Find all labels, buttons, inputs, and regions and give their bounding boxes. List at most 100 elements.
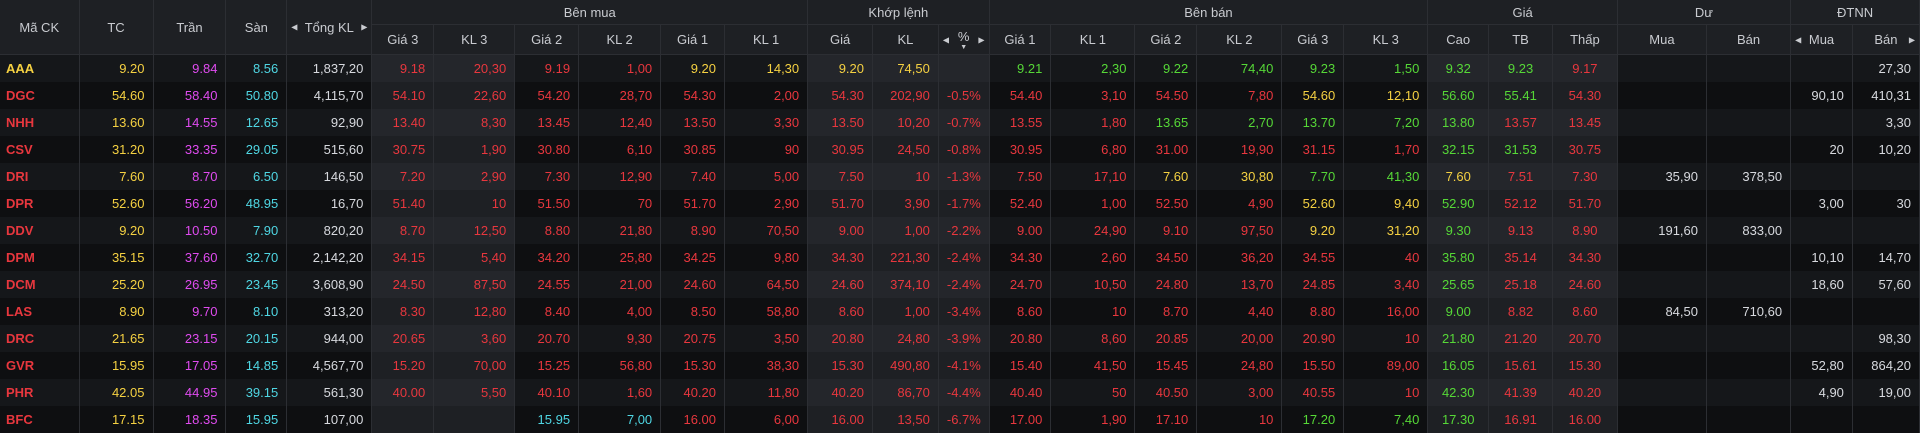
- symbol-cell[interactable]: DRI: [0, 162, 80, 190]
- symbol-cell[interactable]: DCM: [0, 270, 80, 298]
- sell-price-2-cell: 17.10: [1134, 405, 1198, 433]
- ref-price-cell: 35.15: [79, 243, 154, 271]
- sell-price-1-cell: 54.40: [989, 81, 1052, 109]
- high-price-cell: 52.90: [1427, 189, 1490, 217]
- floor-price-cell: 8.10: [225, 297, 288, 325]
- group-match: Khớp lệnh: [807, 0, 990, 25]
- ref-price-cell: 15.95: [79, 351, 154, 379]
- header-sell-price-3[interactable]: Giá 3: [1281, 24, 1345, 55]
- sort-down-icon[interactable]: ▼: [947, 44, 981, 51]
- match-percent-cell: -1.7%: [938, 189, 990, 217]
- sell-price-3-cell: 13.70: [1281, 108, 1345, 136]
- symbol-cell[interactable]: BFC: [0, 405, 80, 433]
- caret-left-icon[interactable]: ◀: [943, 35, 949, 44]
- sell-price-2-cell: 9.10: [1134, 216, 1198, 244]
- table-row[interactable]: LAS 8.90 9.70 8.10 313,20 8.30 12,80 8.40 4,00 8.…: [0, 297, 1920, 325]
- foreign-sell-cell: 30: [1852, 189, 1920, 217]
- header-residual-sell[interactable]: Bán: [1706, 24, 1792, 55]
- foreign-sell-cell: 27,30: [1852, 54, 1920, 82]
- header-buy-vol-2[interactable]: KL 2: [578, 24, 662, 55]
- header-sell-vol-1[interactable]: KL 1: [1050, 24, 1136, 55]
- sell-vol-3-cell: 41,30: [1343, 162, 1429, 190]
- table-row[interactable]: AAA 9.20 9.84 8.56 1,837,20 9.18 20,30 9.19 1,00…: [0, 54, 1920, 82]
- header-total-volume[interactable]: ◀ Tổng KL ▶: [286, 0, 373, 55]
- header-residual-buy[interactable]: Mua: [1617, 24, 1708, 55]
- symbol-cell[interactable]: AAA: [0, 54, 80, 82]
- symbol-cell[interactable]: PHR: [0, 378, 80, 406]
- sell-vol-2-cell: 3,00: [1196, 378, 1283, 406]
- buy-price-2-cell: 51.50: [514, 189, 580, 217]
- table-row[interactable]: DCM 25.20 26.95 23.45 3,608,90 24.50 87,50 24.5…: [0, 270, 1920, 298]
- table-row[interactable]: NHH 13.60 14.55 12.65 92,90 13.40 8,30 13.45 12,…: [0, 108, 1920, 136]
- residual-sell-cell: [1706, 378, 1792, 406]
- buy-vol-1-cell: 6,00: [724, 405, 809, 433]
- symbol-cell[interactable]: GVR: [0, 351, 80, 379]
- sell-price-3-cell: 34.55: [1281, 243, 1345, 271]
- sell-vol-2-cell: 7,80: [1196, 81, 1283, 109]
- header-average[interactable]: TB: [1488, 24, 1553, 55]
- residual-buy-cell: [1617, 270, 1708, 298]
- residual-buy-cell: [1617, 189, 1708, 217]
- symbol-cell[interactable]: NHH: [0, 108, 80, 136]
- header-match-price[interactable]: Giá: [807, 24, 873, 55]
- header-buy-price-3[interactable]: Giá 3: [371, 24, 435, 55]
- table-row[interactable]: DGC 54.60 58.40 50.80 4,115,70 54.10 22,60 54.2…: [0, 81, 1920, 109]
- buy-vol-2-cell: 25,80: [578, 243, 662, 271]
- table-row[interactable]: DRI 7.60 8.70 6.50 146,50 7.20 2,90 7.30 12,90 7.…: [0, 162, 1920, 190]
- table-row[interactable]: CSV 31.20 33.35 29.05 515,60 30.75 1,90 30.80 6,…: [0, 135, 1920, 163]
- symbol-cell[interactable]: DGC: [0, 81, 80, 109]
- header-buy-vol-3[interactable]: KL 3: [433, 24, 516, 55]
- symbol-cell[interactable]: CSV: [0, 135, 80, 163]
- sell-vol-1-cell: 1,00: [1050, 189, 1136, 217]
- sell-vol-1-cell: 50: [1050, 378, 1136, 406]
- table-row[interactable]: PHR 42.05 44.95 39.15 561,30 40.00 5,50 40.10 1,…: [0, 378, 1920, 406]
- header-ref[interactable]: TC: [79, 0, 154, 55]
- header-sell-price-2[interactable]: Giá 2: [1134, 24, 1198, 55]
- header-buy-price-2[interactable]: Giá 2: [514, 24, 580, 55]
- buy-price-2-cell: 54.20: [514, 81, 580, 109]
- header-ceiling[interactable]: Trần: [153, 0, 227, 55]
- header-buy-price-1[interactable]: Giá 1: [660, 24, 726, 55]
- header-foreign-buy[interactable]: ◀ Mua: [1790, 24, 1853, 55]
- symbol-cell[interactable]: LAS: [0, 297, 80, 325]
- buy-price-3-cell: 7.20: [371, 162, 435, 190]
- table-row[interactable]: DPR 52.60 56.20 48.95 16,70 51.40 10 51.50 70 51.…: [0, 189, 1920, 217]
- header-match-percent[interactable]: ◀ % ▼ ▶: [938, 24, 990, 55]
- header-low[interactable]: Thấp: [1552, 24, 1618, 55]
- avg-price-cell: 7.51: [1488, 162, 1553, 190]
- sell-vol-1-cell: 2,60: [1050, 243, 1136, 271]
- buy-vol-3-cell: 20,30: [433, 54, 516, 82]
- buy-vol-2-cell: 21,00: [578, 270, 662, 298]
- header-sell-vol-2[interactable]: KL 2: [1196, 24, 1283, 55]
- residual-buy-cell: [1617, 54, 1708, 82]
- caret-right-icon[interactable]: ▶: [978, 35, 984, 44]
- table-row[interactable]: GVR 15.95 17.05 14.85 4,567,70 15.20 70,00 15.2…: [0, 351, 1920, 379]
- caret-left-icon[interactable]: ◀: [1795, 35, 1801, 44]
- symbol-cell[interactable]: DDV: [0, 216, 80, 244]
- table-row[interactable]: BFC 17.15 18.35 15.95 107,00 15.95 7,00 16.00 6,…: [0, 405, 1920, 433]
- header-high[interactable]: Cao: [1427, 24, 1490, 55]
- caret-right-icon[interactable]: ▶: [1909, 35, 1915, 44]
- symbol-cell[interactable]: DPR: [0, 189, 80, 217]
- header-sell-price-1[interactable]: Giá 1: [989, 24, 1052, 55]
- total-volume-cell: 313,20: [286, 297, 373, 325]
- buy-price-3-cell: [371, 405, 435, 433]
- table-row[interactable]: DPM 35.15 37.60 32.70 2,142,20 34.15 5,40 34.20…: [0, 243, 1920, 271]
- foreign-buy-cell: [1790, 297, 1853, 325]
- match-price-cell: 20.80: [807, 324, 873, 352]
- header-sell-vol-3[interactable]: KL 3: [1343, 24, 1429, 55]
- header-symbol[interactable]: Mã CK: [0, 0, 80, 55]
- high-price-cell: 35.80: [1427, 243, 1490, 271]
- caret-left-icon[interactable]: ◀: [291, 23, 297, 32]
- header-buy-vol-1[interactable]: KL 1: [724, 24, 809, 55]
- header-foreign-sell[interactable]: Bán ▶: [1852, 24, 1920, 55]
- header-floor[interactable]: Sàn: [225, 0, 288, 55]
- symbol-cell[interactable]: DRC: [0, 324, 80, 352]
- table-row[interactable]: DDV 9.20 10.50 7.90 820,20 8.70 12,50 8.80 21,80…: [0, 216, 1920, 244]
- table-header: Mã CK TC Trần Sàn ◀ Tổng KL ▶ Bên mua Kh…: [0, 0, 1920, 55]
- symbol-cell[interactable]: DPM: [0, 243, 80, 271]
- ceiling-price-cell: 26.95: [153, 270, 227, 298]
- table-row[interactable]: DRC 21.65 23.15 20.15 944,00 20.65 3,60 20.70 9,…: [0, 324, 1920, 352]
- header-match-volume[interactable]: KL: [872, 24, 939, 55]
- caret-right-icon[interactable]: ▶: [361, 23, 367, 32]
